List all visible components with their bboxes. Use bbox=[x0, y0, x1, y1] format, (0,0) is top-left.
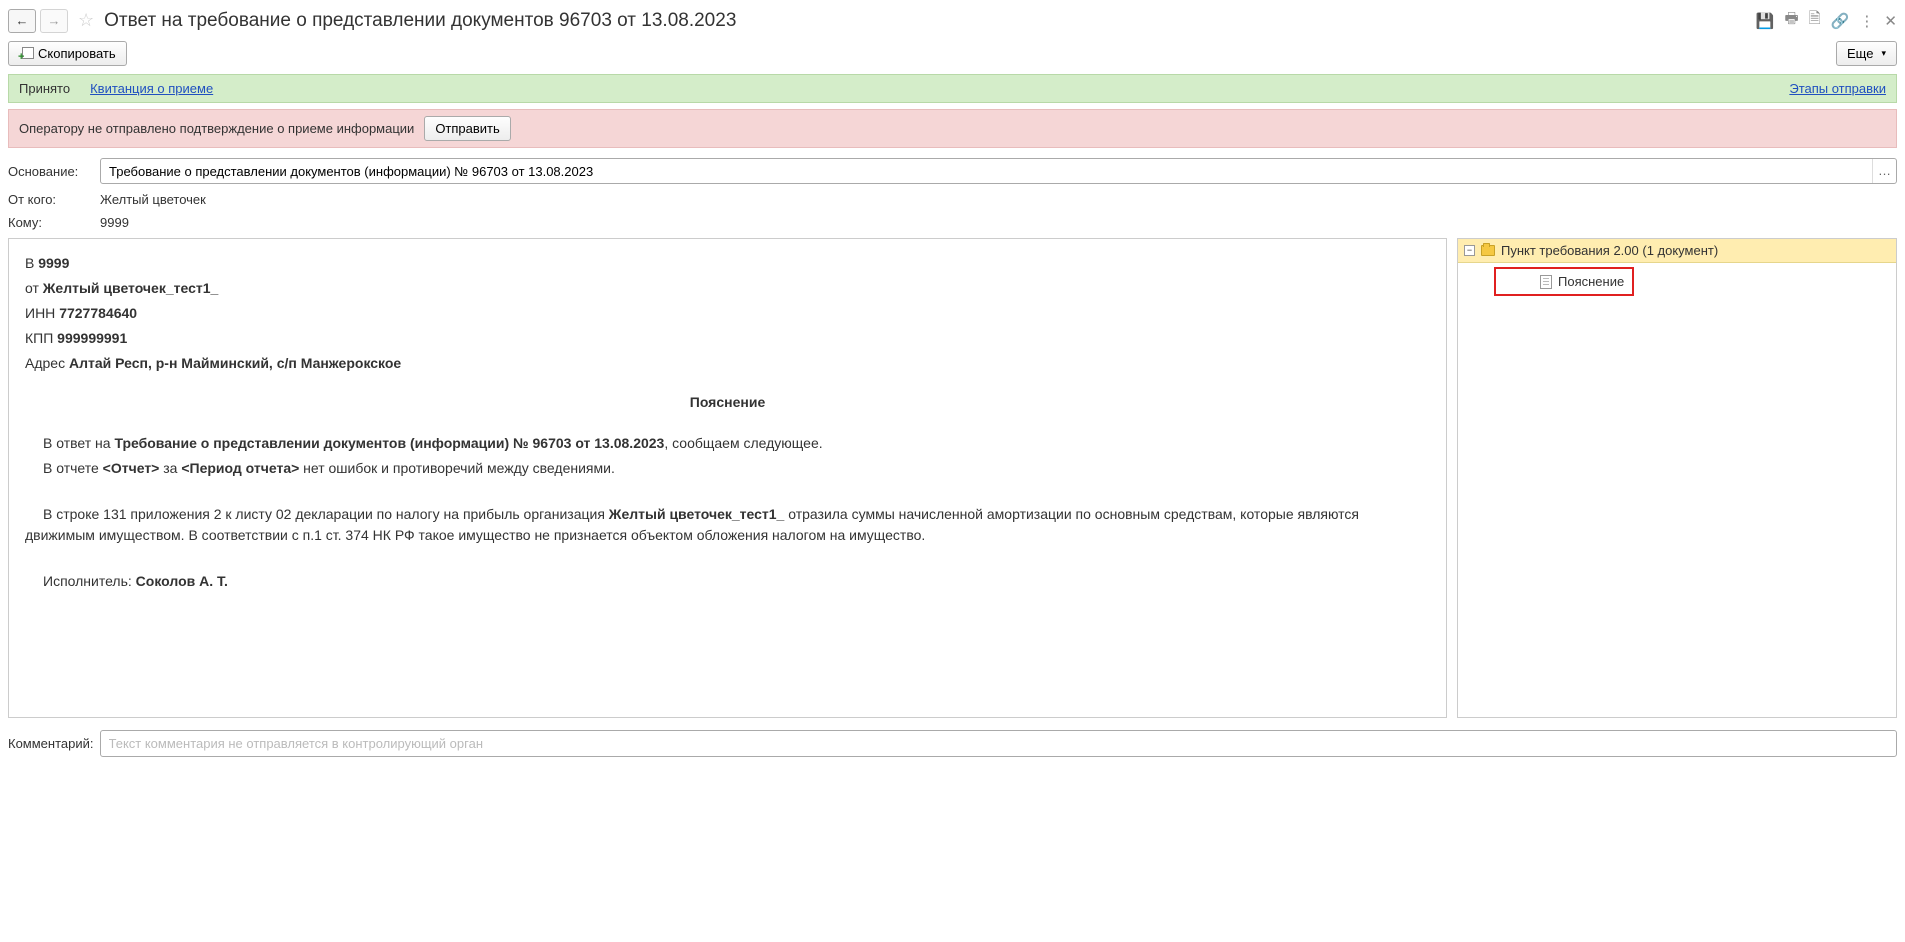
close-icon[interactable]: ✕ bbox=[1884, 12, 1897, 30]
copy-icon bbox=[19, 47, 33, 61]
more-button[interactable]: Еще ▾ bbox=[1836, 41, 1897, 66]
more-vertical-icon[interactable]: ⋮ bbox=[1859, 12, 1874, 30]
arrow-left-icon: ← bbox=[16, 13, 29, 28]
document-icon bbox=[1540, 275, 1552, 289]
status-text: Принято bbox=[19, 81, 70, 96]
arrow-right-icon: → bbox=[48, 13, 61, 28]
tree-pane: − Пункт требования 2.00 (1 документ) Поя… bbox=[1457, 238, 1897, 718]
print-icon[interactable]: 🖶 bbox=[1785, 8, 1799, 33]
title-actions: 💾 🖶 🗎 🔗 ⋮ ✕ bbox=[1756, 8, 1897, 33]
warning-bar: Оператору не отправлено подтверждение о … bbox=[8, 109, 1897, 148]
basis-input-wrap: … bbox=[100, 158, 1897, 184]
tree-item-explanation[interactable]: Пояснение bbox=[1494, 267, 1634, 296]
from-value: Желтый цветочек bbox=[100, 192, 206, 207]
send-button[interactable]: Отправить bbox=[424, 116, 510, 141]
warning-text: Оператору не отправлено подтверждение о … bbox=[19, 121, 414, 136]
more-button-label: Еще bbox=[1847, 46, 1873, 61]
document-icon[interactable]: 🗎 bbox=[1809, 8, 1821, 33]
basis-input[interactable] bbox=[101, 164, 1872, 179]
forward-button[interactable]: → bbox=[40, 9, 68, 33]
receipt-link[interactable]: Квитанция о приеме bbox=[90, 81, 213, 96]
copy-button-label: Скопировать bbox=[38, 46, 116, 61]
back-button[interactable]: ← bbox=[8, 9, 36, 33]
chevron-down-icon: ▾ bbox=[1881, 48, 1886, 59]
comment-label: Комментарий: bbox=[8, 736, 94, 751]
comment-input[interactable] bbox=[100, 730, 1898, 757]
from-label: От кого: bbox=[8, 192, 90, 207]
folder-icon bbox=[1481, 245, 1495, 256]
header-toolbar: ← → ☆ Ответ на требование о представлени… bbox=[8, 8, 1897, 33]
tree-folder-label: Пункт требования 2.00 (1 документ) bbox=[1501, 243, 1718, 258]
document-preview: В 9999 от Желтый цветочек_тест1_ ИНН 772… bbox=[8, 238, 1447, 718]
to-value: 9999 bbox=[100, 215, 129, 230]
basis-label: Основание: bbox=[8, 164, 90, 179]
save-icon[interactable]: 💾 bbox=[1756, 12, 1775, 30]
copy-button[interactable]: Скопировать bbox=[8, 41, 127, 66]
tree-folder[interactable]: − Пункт требования 2.00 (1 документ) bbox=[1458, 239, 1896, 263]
stages-link[interactable]: Этапы отправки bbox=[1789, 81, 1886, 96]
basis-select-button[interactable]: … bbox=[1872, 159, 1896, 183]
status-bar: Принято Квитанция о приеме Этапы отправк… bbox=[8, 74, 1897, 103]
link-icon[interactable]: 🔗 bbox=[1831, 12, 1850, 30]
to-label: Кому: bbox=[8, 215, 90, 230]
page-title: Ответ на требование о представлении доку… bbox=[104, 10, 1752, 32]
document-title: Пояснение bbox=[25, 392, 1430, 413]
tree-item-label: Пояснение bbox=[1558, 274, 1624, 289]
collapse-icon[interactable]: − bbox=[1464, 245, 1475, 256]
favorite-star-icon[interactable]: ☆ bbox=[78, 10, 94, 31]
